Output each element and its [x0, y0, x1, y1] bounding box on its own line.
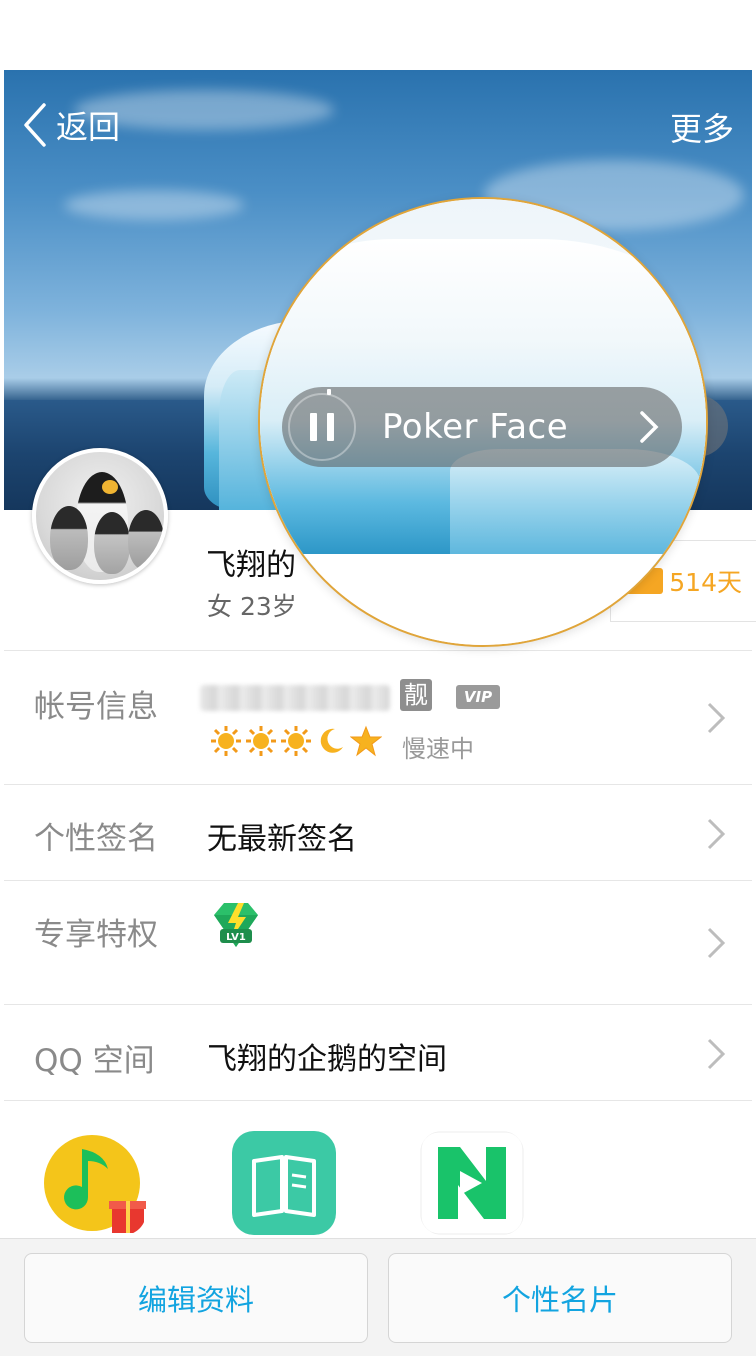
sun-icon — [246, 726, 276, 756]
back-button[interactable]: 返回 — [20, 100, 120, 150]
edit-profile-button[interactable]: 编辑资料 — [24, 1253, 368, 1343]
sun-icon — [281, 726, 311, 756]
level-icons — [210, 725, 382, 757]
personal-card-button[interactable]: 个性名片 — [388, 1253, 732, 1343]
profile-page: 点击 返回 更多 飞翔的 女 23岁 514天 帐号信息 靓 VIP — [0, 0, 756, 1356]
qzone-value: 飞翔的企鹅的空间 — [207, 1042, 447, 1077]
penguin-beak-shape — [102, 480, 118, 494]
progress-dot — [327, 389, 331, 395]
sun-icon — [211, 726, 241, 756]
qzone-label: QQ 空间 — [34, 1043, 155, 1079]
chevron-right-icon — [707, 927, 726, 959]
signature-row[interactable]: 个性签名 无最新签名 — [4, 784, 752, 880]
back-label: 返回 — [56, 108, 121, 146]
account-info-row[interactable]: 帐号信息 靓 VIP 慢速中 — [4, 650, 752, 784]
pause-button[interactable] — [282, 387, 362, 467]
star-icon — [350, 725, 382, 757]
diamond-level-icon: LV1 — [214, 903, 258, 947]
magnifier-overlay: Poker Face — [258, 197, 708, 647]
privilege-label: 专享特权 — [34, 917, 158, 953]
chevron-left-icon — [24, 103, 46, 147]
reading-icon[interactable] — [232, 1131, 336, 1235]
chevron-right-icon[interactable] — [638, 410, 660, 444]
more-button[interactable]: 更多 — [670, 104, 734, 150]
song-title: Poker Face — [382, 407, 569, 447]
chick-shape — [50, 506, 88, 570]
music-player[interactable]: Poker Face — [282, 387, 682, 467]
chick-shape — [128, 510, 164, 570]
moon-icon — [320, 728, 343, 753]
account-info-label: 帐号信息 — [34, 689, 158, 725]
chevron-right-icon — [707, 818, 726, 850]
blurred-account-id — [200, 685, 390, 711]
cloud-shape — [64, 190, 244, 220]
diamond-level-text: LV1 — [226, 932, 246, 943]
signature-label: 个性签名 — [34, 821, 158, 857]
n-app-icon[interactable] — [420, 1131, 524, 1235]
progress-ring — [288, 393, 356, 461]
signature-value: 无最新签名 — [207, 822, 357, 857]
chevron-right-icon — [707, 702, 726, 734]
qq-music-icon[interactable] — [42, 1131, 146, 1235]
bottom-action-bar: 编辑资料 个性名片 — [0, 1238, 756, 1356]
vip-tag: VIP — [456, 685, 500, 709]
chick-shape — [94, 512, 130, 574]
chevron-right-icon — [707, 1038, 726, 1070]
avatar[interactable] — [32, 448, 168, 584]
privilege-row[interactable]: 专享特权 LV1 — [4, 880, 752, 1004]
magnified-white-area — [260, 554, 706, 645]
liang-tag: 靓 — [400, 679, 432, 711]
qzone-row[interactable]: QQ 空间 飞翔的企鹅的空间 — [4, 1004, 752, 1100]
speed-status: 慢速中 — [402, 735, 474, 763]
apps-row — [4, 1100, 752, 1240]
